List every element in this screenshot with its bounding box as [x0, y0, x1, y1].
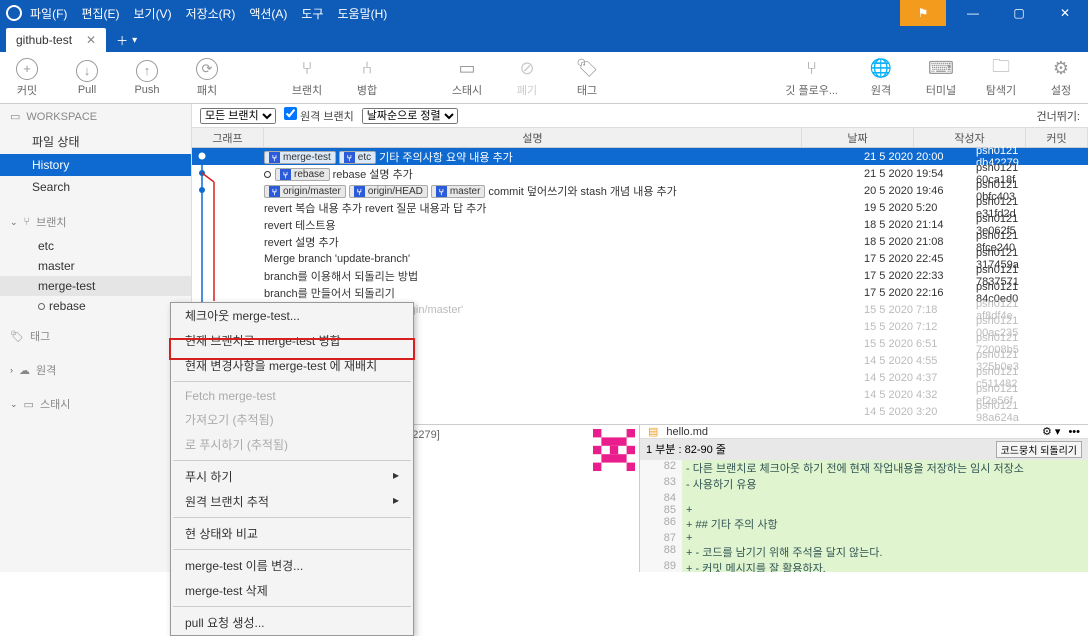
sidebar-tags-header[interactable]: 🏷 태그 [0, 322, 191, 350]
maximize-button[interactable]: ▢ [996, 0, 1042, 26]
sidebar-branch-rebase[interactable]: rebase [0, 296, 191, 316]
menu-action[interactable]: 액션(A) [249, 5, 287, 22]
discard-button[interactable]: ⊘폐기 [510, 58, 544, 98]
ctx-checkout[interactable]: 체크아웃 merge-test... [171, 303, 413, 328]
diff-panel: ▤ hello.md ⚙ ▾ ••• 1 부분 : 82-90 줄 코드뭉치 되… [640, 425, 1088, 572]
col-desc[interactable]: 설명 [264, 128, 802, 147]
push-button[interactable]: ↑Push [130, 60, 164, 96]
tab-bar: github-test ✕ ＋ ▾ [0, 26, 1088, 52]
ctx-pull-request[interactable]: pull 요청 생성... [171, 610, 413, 635]
sidebar-history[interactable]: History [0, 154, 191, 176]
col-graph[interactable]: 그래프 [192, 128, 264, 147]
diff-content: 82- 다른 브랜치로 체크아웃 하기 전에 현재 작업내용을 저장하는 임시 … [640, 460, 1088, 572]
revert-hunk-button[interactable]: 코드뭉치 되돌리기 [996, 441, 1082, 458]
sidebar-branch-mergetest[interactable]: merge-test [0, 276, 191, 296]
ctx-rebase[interactable]: 현재 변경사항을 merge-test 에 재배치 [171, 353, 413, 378]
sidebar: ▭ WORKSPACE 파일 상태 History Search ⌄ ⑂ 브랜치… [0, 104, 192, 572]
column-header: 그래프 설명 날짜 작성자 커밋 [192, 128, 1088, 148]
sidebar-branches-header[interactable]: ⌄ ⑂ 브랜치 [0, 208, 191, 236]
stash-button[interactable]: ▭스태시 [450, 58, 484, 98]
fetch-button[interactable]: ⟳패치 [190, 58, 224, 98]
menu-tools[interactable]: 도구 [301, 5, 323, 22]
close-button[interactable]: ✕ [1042, 0, 1088, 26]
filter-bar: 모든 브랜치 원격 브랜치 날짜순으로 정렬 건너뛰기: [192, 104, 1088, 128]
commit-row[interactable]: revert 복습 내용 추가 revert 질문 내용과 답 추가19 5 2… [192, 199, 1088, 216]
menu-help[interactable]: 도움말(H) [338, 5, 388, 22]
menu-edit[interactable]: 편집(E) [81, 5, 119, 22]
ctx-push[interactable]: 푸시 하기 ▸ [171, 464, 413, 489]
branch-filter-select[interactable]: 모든 브랜치 [200, 108, 276, 124]
branch-button[interactable]: ⑂브랜치 [290, 58, 324, 98]
menu-bar: 파일(F) 편집(E) 보기(V) 저장소(R) 액션(A) 도구 도움말(H) [30, 5, 387, 22]
remote-branch-checkbox[interactable]: 원격 브랜치 [284, 107, 354, 124]
ctx-pull-tracked: 가져오기 (추적됨) [171, 407, 413, 432]
sidebar-branch-etc[interactable]: etc [0, 236, 191, 256]
ctx-diff[interactable]: 현 상태와 비교 [171, 521, 413, 546]
ctx-rename[interactable]: merge-test 이름 변경... [171, 553, 413, 578]
pull-button[interactable]: ↓Pull [70, 60, 104, 96]
tab-close-icon[interactable]: ✕ [86, 33, 96, 47]
sidebar-stashes-header[interactable]: ⌄ ▭ 스태시 [0, 390, 191, 418]
menu-repo[interactable]: 저장소(R) [186, 5, 236, 22]
notification-flag-icon[interactable]: ⚑ [900, 0, 946, 26]
diff-more-button[interactable]: ••• [1068, 426, 1080, 438]
tab-label: github-test [16, 33, 72, 47]
explorer-button[interactable]: 🗀탐색기 [984, 58, 1018, 98]
sidebar-workspace-header: ▭ WORKSPACE [0, 104, 191, 129]
commit-row[interactable]: ⑂origin/master⑂origin/HEAD⑂mastercommit … [192, 182, 1088, 199]
sidebar-remotes-header[interactable]: › ☁ 원격 [0, 356, 191, 384]
skip-label: 건너뛰기: [1036, 108, 1080, 124]
tab-repo[interactable]: github-test ✕ [6, 28, 106, 52]
tag-button[interactable]: 🏷태그 [570, 58, 604, 98]
commit-row[interactable]: ⑂rebaserebase 설명 추가21 5 2020 19:54psh012… [192, 165, 1088, 182]
commit-row[interactable]: Merge branch 'update-branch'17 5 2020 22… [192, 250, 1088, 267]
merge-button[interactable]: ⑃병합 [350, 58, 384, 98]
diff-settings-button[interactable]: ⚙ ▾ [1042, 425, 1060, 438]
sort-select[interactable]: 날짜순으로 정렬 [362, 108, 458, 124]
tab-add-button[interactable]: ＋ ▾ [106, 28, 147, 52]
app-logo-icon [6, 5, 22, 21]
terminal-button[interactable]: ⌨터미널 [924, 58, 958, 98]
commit-row[interactable]: revert 설명 추가18 5 2020 21:08psh0121 8fce2… [192, 233, 1088, 250]
menu-file[interactable]: 파일(F) [30, 5, 67, 22]
ctx-merge[interactable]: 현재 브랜치로 merge-test 병합 [171, 328, 413, 353]
commit-button[interactable]: +커밋 [10, 58, 44, 98]
ctx-delete[interactable]: merge-test 삭제 [171, 578, 413, 603]
remote-button[interactable]: 🌐원격 [864, 58, 898, 98]
commit-row[interactable]: branch를 만들어서 되돌리기17 5 2020 22:16psh0121 … [192, 284, 1088, 301]
ctx-fetch: Fetch merge-test [171, 385, 413, 407]
minimize-button[interactable]: — [950, 0, 996, 26]
sidebar-search[interactable]: Search [0, 176, 191, 198]
sidebar-filestatus[interactable]: 파일 상태 [0, 129, 191, 154]
ctx-push-tracked: 로 푸시하기 (추적됨) [171, 432, 413, 457]
file-name: hello.md [666, 426, 708, 438]
ctx-track[interactable]: 원격 브랜치 추적 ▸ [171, 489, 413, 514]
file-icon: ▤ [648, 425, 658, 438]
toolbar: +커밋 ↓Pull ↑Push ⟳패치 ⑂브랜치 ⑃병합 ▭스태시 ⊘폐기 🏷태… [0, 52, 1088, 104]
sidebar-branch-master[interactable]: master [0, 256, 191, 276]
context-menu: 체크아웃 merge-test... 현재 브랜치로 merge-test 병합… [170, 302, 414, 636]
menu-view[interactable]: 보기(V) [133, 5, 171, 22]
commit-row[interactable]: branch를 이용해서 되돌리는 방법17 5 2020 22:33psh01… [192, 267, 1088, 284]
gitflow-button[interactable]: ⑂깃 플로우... [785, 58, 838, 98]
author-avatar [593, 429, 635, 471]
settings-button[interactable]: ⚙설정 [1044, 58, 1078, 98]
commit-row[interactable]: revert 테스트용18 5 2020 21:14psh0121 3e062f… [192, 216, 1088, 233]
hunk-label: 1 부분 : 82-90 줄 [646, 441, 726, 458]
commit-row[interactable]: ⑂merge-test⑂etc기타 주의사항 요약 내용 추가21 5 2020… [192, 148, 1088, 165]
col-date[interactable]: 날짜 [802, 128, 914, 147]
title-bar: 파일(F) 편집(E) 보기(V) 저장소(R) 액션(A) 도구 도움말(H)… [0, 0, 1088, 26]
